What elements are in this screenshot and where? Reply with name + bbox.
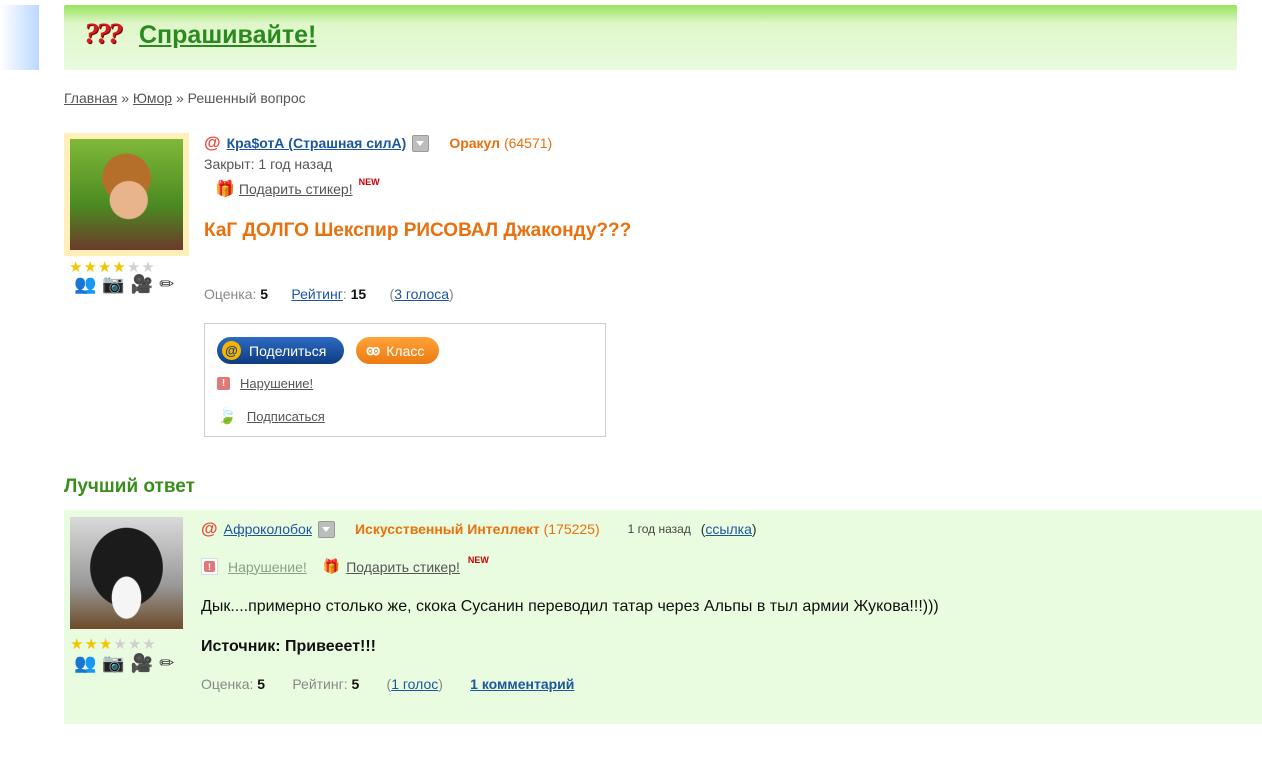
- answer-source: Источник: Привееет!!!: [201, 638, 377, 655]
- answer-permalink[interactable]: ссылка: [705, 521, 751, 537]
- subscribe-row: 🍃 Подписаться: [217, 406, 325, 426]
- subscribe-link[interactable]: Подписаться: [247, 409, 325, 424]
- header-banner: ??? Спрашивайте!: [64, 5, 1237, 70]
- report-row: ! Нарушение!: [217, 376, 313, 391]
- answer-report-link[interactable]: Нарушение!: [228, 559, 307, 575]
- answer-text: Дык....примерно столько же, скока Сусани…: [201, 598, 939, 615]
- star-filled-icon: ★: [70, 636, 85, 653]
- star-empty-icon: ★: [142, 636, 157, 653]
- answer-author-link[interactable]: Афроколобок: [224, 521, 312, 537]
- gift-icon: 🎁: [215, 181, 235, 198]
- answer-author-rank: Искусственный Интеллект (175225): [355, 521, 600, 537]
- rank-points: (64571): [503, 135, 553, 151]
- best-answer-heading: Лучший ответ: [64, 476, 195, 497]
- rank-points: (175225): [543, 521, 600, 537]
- answer-author-avatar[interactable]: [70, 517, 183, 629]
- gift-sticker-link[interactable]: Подарить стикер!: [239, 181, 353, 197]
- author-menu-dropdown[interactable]: [412, 134, 430, 152]
- photo-icon[interactable]: 📷: [102, 653, 130, 673]
- question-gift-sticker: 🎁 Подарить стикер! NEW: [215, 177, 380, 199]
- answer-actions: ! Нарушение! 🎁 Подарить стикер! NEW: [201, 554, 489, 575]
- answer-time: 1 год назад: [627, 522, 691, 536]
- warning-icon: !: [217, 377, 230, 390]
- comments-link[interactable]: 1 комментарий: [470, 676, 574, 692]
- mail-at-icon: @: [201, 519, 218, 538]
- share-button-label: Поделиться: [249, 342, 327, 359]
- question-title: КаГ ДОЛГО Шекспир РИСОВАЛ Джаконду???: [204, 220, 632, 241]
- friends-icon[interactable]: 👥: [74, 274, 102, 294]
- avatar-photo: [70, 139, 183, 250]
- side-tab[interactable]: [0, 5, 39, 70]
- answer-author-stars: ★★★★★★: [70, 635, 157, 653]
- star-empty-icon: ★: [127, 636, 143, 653]
- score-value: 5: [257, 676, 266, 692]
- star-filled-icon: ★: [84, 636, 99, 653]
- answer-link-wrap: (ссылка): [696, 521, 757, 537]
- question-author-avatar[interactable]: [64, 133, 189, 256]
- question-stats: Оценка: 5 Рейтинг: 15 (3 голоса): [204, 286, 454, 302]
- subscribe-icon: 🍃: [217, 408, 237, 425]
- video-icon[interactable]: 🎥: [131, 653, 159, 673]
- breadcrumb: Главная » Юмор » Решенный вопрос: [64, 90, 306, 106]
- rating-label: Рейтинг:: [292, 676, 348, 692]
- odnoklassniki-icon: ꙭ: [366, 342, 381, 358]
- score-label: Оценка:: [201, 676, 254, 692]
- blog-icon[interactable]: ✏: [159, 653, 180, 673]
- question-author-link[interactable]: Кра$отА (Страшная силА): [227, 135, 407, 151]
- answer-author-icons: 👥📷🎥✏: [74, 653, 180, 674]
- share-button[interactable]: @ Поделиться: [217, 337, 344, 364]
- breadcrumb-category-link[interactable]: Юмор: [133, 90, 172, 106]
- answer-stats: Оценка: 5 Рейтинг: 5 (1 голос) 1 коммент…: [201, 676, 575, 692]
- score-label: Оценка:: [204, 286, 257, 302]
- new-badge: NEW: [358, 177, 380, 187]
- site-title-link[interactable]: Спрашивайте!: [139, 21, 316, 50]
- odnoklassniki-class-button[interactable]: ꙭ Класс: [356, 337, 439, 364]
- star-filled-icon: ★: [98, 636, 114, 653]
- report-link[interactable]: Нарушение!: [240, 376, 313, 391]
- breadcrumb-separator: »: [121, 90, 129, 106]
- rank-label: Оракул: [449, 135, 501, 151]
- answer-gift-sticker-link[interactable]: Подарить стикер!: [346, 559, 460, 575]
- score-value: 5: [260, 286, 269, 302]
- rank-label: Искусственный Интеллект: [354, 521, 540, 537]
- mail-at-icon: @: [204, 133, 221, 152]
- breadcrumb-current: Решенный вопрос: [187, 90, 306, 106]
- votes-link[interactable]: 3 голоса: [394, 286, 449, 302]
- gift-icon: 🎁: [322, 558, 341, 574]
- question-author-rank: Оракул (64571): [449, 135, 552, 151]
- mail-at-icon: @: [222, 341, 241, 360]
- friends-icon[interactable]: 👥: [74, 653, 102, 673]
- share-panel: @ Поделиться ꙭ Класс ! Нарушение! 🍃 Подп…: [204, 323, 606, 437]
- warning-icon: !: [201, 558, 218, 575]
- ok-button-label: Класс: [386, 342, 425, 359]
- breadcrumb-home-link[interactable]: Главная: [64, 90, 117, 106]
- question-header: @ Кра$отА (Страшная силА) Оракул (64571): [204, 133, 552, 153]
- blog-icon[interactable]: ✏: [159, 274, 180, 294]
- question-marks-logo-icon: ???: [84, 17, 123, 50]
- video-icon[interactable]: 🎥: [131, 274, 159, 294]
- answer-header: @ Афроколобок Искусственный Интеллект (1…: [201, 519, 757, 539]
- best-answer-panel: ★★★★★★ 👥📷🎥✏ @ Афроколобок Искусственный …: [64, 510, 1262, 724]
- rating-link[interactable]: Рейтинг: [291, 286, 342, 302]
- votes-link[interactable]: 1 голос: [391, 676, 438, 692]
- question-closed-time: Закрыт: 1 год назад: [204, 156, 333, 172]
- rating-value: 15: [350, 286, 367, 302]
- star-empty-icon: ★: [113, 636, 128, 653]
- rating-value: 5: [351, 676, 360, 692]
- breadcrumb-separator: »: [175, 90, 184, 106]
- photo-icon[interactable]: 📷: [102, 274, 130, 294]
- question-author-icons: 👥📷🎥✏: [74, 274, 180, 295]
- new-badge: NEW: [467, 554, 489, 565]
- author-menu-dropdown[interactable]: [317, 520, 335, 538]
